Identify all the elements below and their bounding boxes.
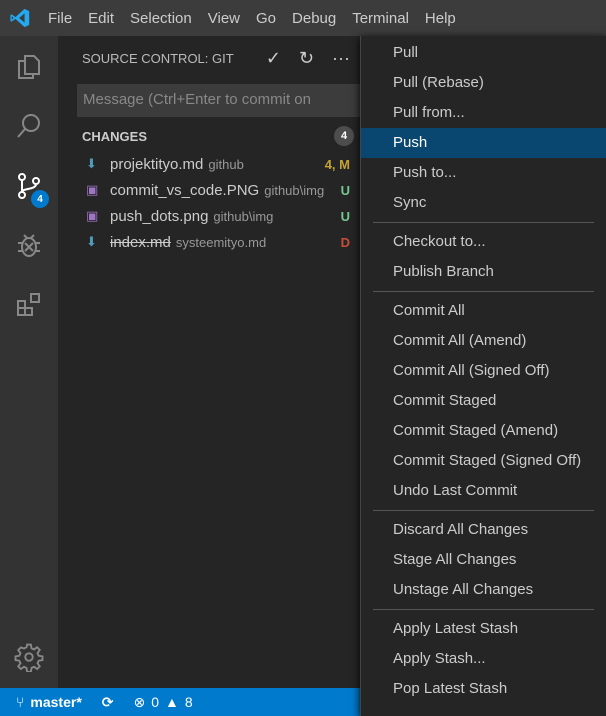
menu-item-commit-staged-signed-off[interactable]: Commit Staged (Signed Off) — [361, 446, 606, 476]
menu-item-pop-latest-stash[interactable]: Pop Latest Stash — [361, 674, 606, 704]
explorer-icon[interactable] — [0, 38, 58, 96]
menu-item-push-to[interactable]: Push to... — [361, 158, 606, 188]
menu-item-commit-staged-amend[interactable]: Commit Staged (Amend) — [361, 416, 606, 446]
file-dir: github\img — [264, 182, 325, 198]
menu-item-push[interactable]: Push — [361, 128, 606, 158]
git-more-actions-menu: Pull Pull (Rebase) Pull from... Push Push to… — [360, 36, 606, 716]
file-status: D — [340, 234, 350, 250]
commit-check-icon[interactable]: ✓ — [266, 48, 281, 69]
changed-file-item[interactable]: ⬇ index.md systeemityo.md D — [58, 229, 360, 255]
menu-item-publish-branch[interactable]: Publish Branch — [361, 257, 606, 287]
file-name: push_dots.png — [110, 207, 209, 225]
file-dir: github\img — [213, 208, 274, 224]
file-status: U — [340, 182, 350, 198]
menu-item-commit-staged[interactable]: Commit Staged — [361, 386, 606, 416]
menu-item-pull[interactable]: Pull — [361, 38, 606, 68]
menu-separator — [373, 222, 594, 223]
arrow-down-icon: ⬇ — [86, 234, 97, 249]
git-branch-icon: ⑂ — [16, 694, 25, 710]
debug-icon[interactable] — [0, 216, 58, 274]
changed-file-item[interactable]: ▣ commit_vs_code.PNG github\img U — [58, 177, 360, 203]
changes-label: CHANGES — [82, 128, 148, 144]
vscode-logo-icon — [0, 7, 40, 29]
extensions-icon[interactable] — [0, 276, 58, 334]
menu-item-discard-all-changes[interactable]: Discard All Changes — [361, 515, 606, 545]
menu-item-apply-stash[interactable]: Apply Stash... — [361, 644, 606, 674]
warning-icon: ▲ — [165, 694, 179, 710]
panel-title: SOURCE CONTROL: GIT — [82, 50, 234, 66]
settings-gear-icon[interactable] — [0, 628, 58, 686]
menu-edit[interactable]: Edit — [80, 10, 122, 27]
menu-terminal[interactable]: Terminal — [344, 10, 417, 27]
error-icon: ⊗ — [133, 693, 146, 710]
menu-item-pull-rebase[interactable]: Pull (Rebase) — [361, 68, 606, 98]
menu-item-undo-last-commit[interactable]: Undo Last Commit — [361, 476, 606, 506]
file-name: projektityo.md — [110, 155, 204, 173]
menu-item-commit-all-amend[interactable]: Commit All (Amend) — [361, 326, 606, 356]
image-icon: ▣ — [86, 208, 99, 223]
changes-count-badge: 4 — [334, 126, 354, 146]
menu-item-pull-from[interactable]: Pull from... — [361, 98, 606, 128]
more-actions-icon[interactable]: ··· — [332, 48, 350, 69]
source-control-icon[interactable]: 4 — [0, 157, 58, 215]
file-name: commit_vs_code.PNG — [110, 181, 260, 199]
menu-file[interactable]: File — [40, 10, 80, 27]
menu-item-commit-all[interactable]: Commit All — [361, 296, 606, 326]
menu-item-commit-all-signed-off[interactable]: Commit All (Signed Off) — [361, 356, 606, 386]
menu-item-unstage-all-changes[interactable]: Unstage All Changes — [361, 575, 606, 605]
changed-file-item[interactable]: ⬇ projektityo.md github 4, M — [58, 151, 360, 177]
scm-badge: 4 — [31, 190, 49, 208]
menu-item-apply-latest-stash[interactable]: Apply Latest Stash — [361, 614, 606, 644]
arrow-down-icon: ⬇ — [86, 156, 97, 171]
sync-icon[interactable]: ⟳ — [102, 694, 114, 711]
search-icon[interactable] — [0, 97, 58, 155]
image-icon: ▣ — [86, 182, 99, 197]
file-status: U — [340, 208, 350, 224]
branch-name[interactable]: master* — [30, 694, 81, 710]
changed-file-item[interactable]: ▣ push_dots.png github\img U — [58, 203, 360, 229]
menu-item-checkout-to[interactable]: Checkout to... — [361, 227, 606, 257]
menu-view[interactable]: View — [200, 10, 248, 27]
menu-separator — [373, 291, 594, 292]
menu-separator — [373, 609, 594, 610]
menu-separator — [373, 510, 594, 511]
source-control-panel: SOURCE CONTROL: GIT ✓ ↻ ··· Message (Ctr… — [58, 36, 360, 688]
file-dir: systeemityo.md — [175, 234, 267, 250]
menu-item-sync[interactable]: Sync — [361, 188, 606, 218]
activity-bar: 4 — [0, 36, 58, 688]
file-status: 4, M — [324, 156, 350, 172]
commit-message-input[interactable]: Message (Ctrl+Enter to commit on — [77, 84, 360, 117]
changes-header[interactable]: CHANGES 4 — [58, 121, 360, 151]
menu-selection[interactable]: Selection — [122, 10, 200, 27]
file-name: index.md — [110, 233, 171, 251]
error-count[interactable]: 0 — [151, 694, 159, 710]
file-dir: github — [208, 156, 244, 172]
refresh-icon[interactable]: ↻ — [299, 48, 314, 69]
menu-debug[interactable]: Debug — [284, 10, 344, 27]
title-bar: File Edit Selection View Go Debug Terminal Help — [0, 0, 606, 36]
menu-go[interactable]: Go — [248, 10, 284, 27]
menu-help[interactable]: Help — [417, 10, 464, 27]
warning-count[interactable]: 8 — [185, 694, 193, 710]
menu-item-stage-all-changes[interactable]: Stage All Changes — [361, 545, 606, 575]
